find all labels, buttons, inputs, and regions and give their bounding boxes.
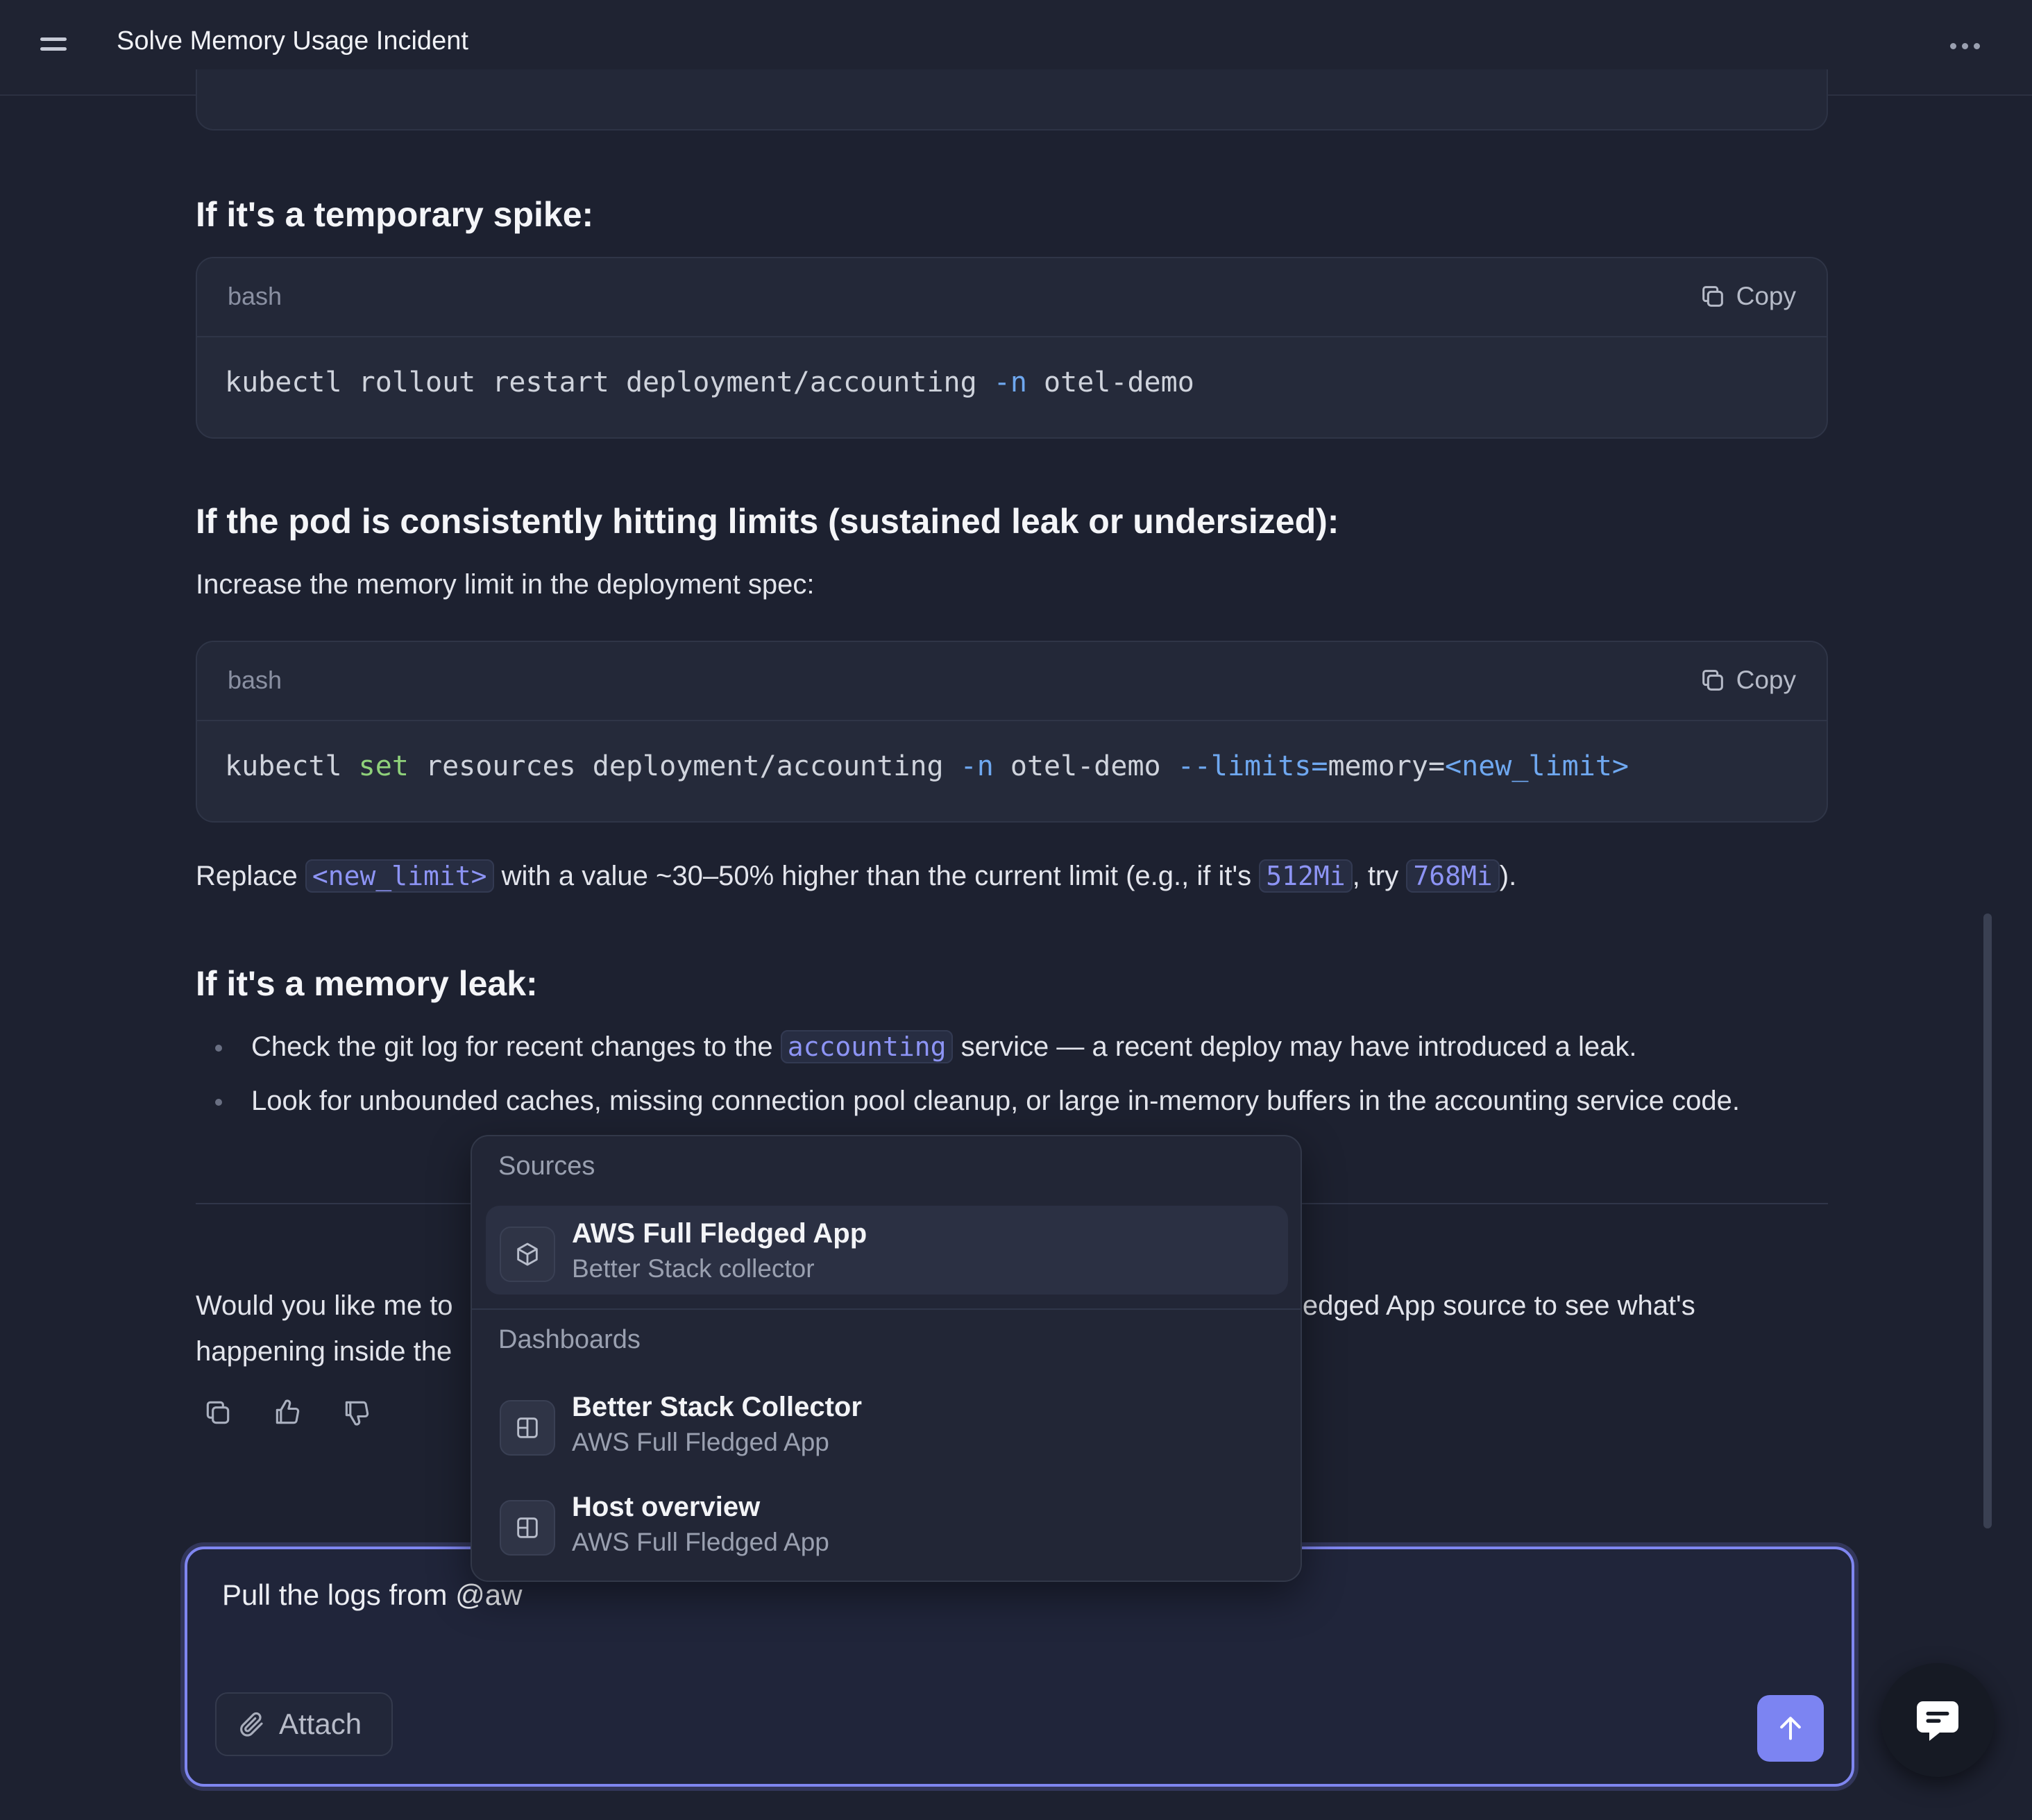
thumbs-down-icon[interactable] <box>341 1397 372 1429</box>
dropdown-item-dashboard[interactable]: Host overview AWS Full Fledged App <box>486 1479 1288 1568</box>
previous-code-block <box>196 69 1828 130</box>
code-block-restart: bash Copy kubectl rollout restart deploy… <box>196 257 1828 439</box>
thumbs-up-icon[interactable] <box>272 1397 303 1429</box>
dropdown-item-subtitle: AWS Full Fledged App <box>572 1528 829 1556</box>
copy-button[interactable]: Copy <box>1699 664 1796 696</box>
send-button[interactable] <box>1757 1695 1824 1762</box>
scrollbar[interactable] <box>1983 913 1992 1528</box>
code-line: kubectl set resources deployment/account… <box>225 750 1629 782</box>
dashboard-icon <box>500 1400 555 1456</box>
chat-support-button[interactable] <box>1881 1663 1995 1777</box>
copy-label: Copy <box>1736 666 1796 694</box>
copy-label: Copy <box>1736 282 1796 310</box>
dropdown-item-subtitle: AWS Full Fledged App <box>572 1428 829 1456</box>
sources-section-label: Sources <box>498 1152 595 1181</box>
dropdown-item-title: Better Stack Collector <box>572 1392 862 1422</box>
dashboard-icon <box>500 1500 555 1556</box>
dropdown-item-dashboard[interactable]: Better Stack Collector AWS Full Fledged … <box>486 1379 1288 1468</box>
heading-memory-leak: If it's a memory leak: <box>196 964 538 1003</box>
code-language: bash <box>228 282 282 310</box>
page-title: Solve Memory Usage Incident <box>117 26 468 56</box>
inline-code: accounting <box>780 1030 954 1063</box>
menu-icon[interactable] <box>40 35 68 56</box>
dropdown-item-subtitle: Better Stack collector <box>572 1254 815 1283</box>
more-options-icon[interactable] <box>1949 39 1982 53</box>
copy-icon <box>1702 286 1723 307</box>
cube-icon <box>500 1227 555 1282</box>
attach-label: Attach <box>279 1708 362 1740</box>
dropdown-item-title: AWS Full Fledged App <box>572 1218 867 1249</box>
heading-temporary-spike: If it's a temporary spike: <box>196 195 594 234</box>
dropdown-item-title: Host overview <box>572 1492 761 1522</box>
list-item: Look for unbounded caches, missing conne… <box>208 1081 1740 1120</box>
replace-note: Replace <new_limit> with a value ~30–50%… <box>196 859 1517 893</box>
chat-bubble-icon <box>1917 1701 1958 1741</box>
attach-button[interactable]: Attach <box>215 1692 393 1756</box>
inline-code: 512Mi <box>1259 859 1353 893</box>
paperclip-icon <box>240 1712 263 1737</box>
copy-button[interactable]: Copy <box>1699 280 1796 312</box>
inline-code: <new_limit> <box>305 859 494 893</box>
message-composer: Attach <box>185 1547 1854 1787</box>
code-block-header: bash Copy <box>197 642 1827 721</box>
copy-icon[interactable] <box>203 1397 233 1429</box>
message-actions <box>203 1397 372 1429</box>
dashboards-section-label: Dashboards <box>498 1325 641 1354</box>
heading-hitting-limits: If the pod is consistently hitting limit… <box>196 502 1339 541</box>
code-line: kubectl rollout restart deployment/accou… <box>225 366 1194 398</box>
code-language: bash <box>228 666 282 694</box>
dropdown-item-source[interactable]: AWS Full Fledged App Better Stack collec… <box>486 1206 1288 1295</box>
mention-dropdown: Sources AWS Full Fledged App Better Stac… <box>471 1135 1302 1582</box>
code-block-header: bash Copy <box>197 258 1827 337</box>
arrow-up-icon <box>1780 1717 1801 1740</box>
code-block-set-resources: bash Copy kubectl set resources deployme… <box>196 641 1828 823</box>
copy-icon <box>1702 670 1723 691</box>
list-item: Check the git log for recent changes to … <box>208 1027 1740 1066</box>
message-input[interactable] <box>222 1578 1749 1612</box>
limits-intro: Increase the memory limit in the deploym… <box>196 569 815 600</box>
inline-code: 768Mi <box>1406 859 1500 893</box>
leak-bullet-list: Check the git log for recent changes to … <box>208 1027 1740 1136</box>
dropdown-separator <box>472 1308 1301 1310</box>
